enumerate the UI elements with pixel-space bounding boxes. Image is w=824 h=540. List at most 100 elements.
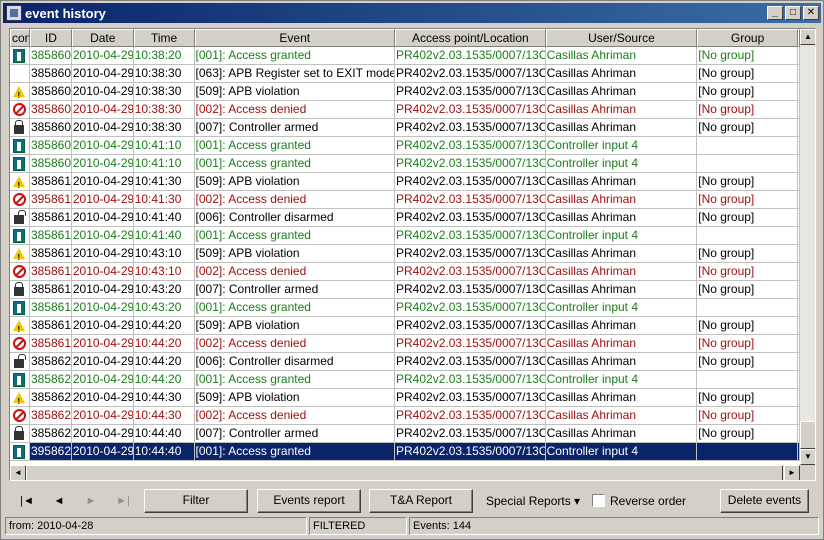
warning-icon [13, 176, 26, 190]
title-bar[interactable]: event history _ □ ✕ [3, 3, 821, 23]
event-description-cell: [002]: Access denied [194, 263, 396, 281]
group-cell: [No group] [697, 101, 798, 119]
lock-icon [14, 120, 25, 134]
table-row[interactable]: 38586222010-04-2910:44:30[509]: APB viol… [10, 389, 800, 407]
column-header-icon[interactable]: Icon [10, 29, 30, 47]
table-row[interactable]: 38586202010-04-2910:44:20[006]: Controll… [10, 353, 800, 371]
column-header-user-source[interactable]: User/Source [545, 29, 698, 47]
column-header-event[interactable]: Event [194, 29, 396, 47]
column-header-date[interactable]: Date [71, 29, 134, 47]
event-id-cell: 3858615 [29, 263, 72, 281]
table-row[interactable]: 38586152010-04-2910:43:10[002]: Access d… [10, 263, 800, 281]
scroll-left-button[interactable]: ◄ [10, 465, 26, 480]
event-time-cell: 10:41:40 [133, 209, 195, 227]
ta-report-button[interactable]: T&A Report [369, 489, 473, 513]
table-row[interactable]: 38586182010-04-2910:44:20[509]: APB viol… [10, 317, 800, 335]
event-icon-cell [10, 389, 30, 407]
events-report-button[interactable]: Events report [257, 489, 361, 513]
last-record-button[interactable]: ►| [109, 491, 137, 511]
table-row[interactable]: 38586132010-04-2910:41:40[001]: Access g… [10, 227, 800, 245]
table-row[interactable]: 38586212010-04-2910:44:20[001]: Access g… [10, 371, 800, 389]
scroll-down-button[interactable]: ▼ [800, 449, 815, 465]
event-date-cell: 2010-04-29 [71, 47, 134, 65]
table-row[interactable]: 39586112010-04-2910:41:30[002]: Access d… [10, 191, 800, 209]
scroll-right-button[interactable]: ► [784, 465, 800, 480]
event-date-cell: 2010-04-29 [71, 443, 134, 461]
event-description-cell: [002]: Access denied [194, 335, 396, 353]
event-time-cell: 10:43:20 [133, 281, 195, 299]
maximize-button[interactable]: □ [785, 6, 801, 20]
first-record-button[interactable]: |◄ [13, 491, 41, 511]
special-reports-dropdown[interactable]: Special Reports ▾ [486, 489, 580, 513]
table-row[interactable]: 38586062010-04-2910:38:30[002]: Access d… [10, 101, 800, 119]
access-point-cell: PR402v2.03.1535/0007/13C7 [395, 407, 546, 425]
table-row[interactable]: 38586052010-04-2910:38:30[509]: APB viol… [10, 83, 800, 101]
reverse-order-label[interactable]: Reverse order [610, 489, 686, 513]
group-cell: [No group] [697, 425, 798, 443]
filter-button[interactable]: Filter [144, 489, 248, 513]
next-record-button[interactable]: ► [77, 491, 105, 511]
column-header-access-point[interactable]: Access point/Location [395, 29, 546, 47]
door-icon [13, 444, 26, 459]
table-row[interactable]: 38586072010-04-2910:38:30[007]: Controll… [10, 119, 800, 137]
table-row[interactable]: 38586042010-04-2910:38:30[063]: APB Regi… [10, 65, 800, 83]
group-cell: [No group] [697, 191, 798, 209]
access-point-cell: PR402v2.03.1535/0007/13C7 [395, 443, 546, 461]
table-row[interactable]: 38586092010-04-2910:41:10[001]: Access g… [10, 155, 800, 173]
event-id-cell: 3858624 [29, 425, 72, 443]
group-cell: [No group] [697, 335, 798, 353]
user-source-cell: Casillas Ahriman [545, 101, 698, 119]
delete-events-button[interactable]: Delete events [720, 489, 809, 513]
user-source-cell: Casillas Ahriman [545, 389, 698, 407]
access-point-cell: PR402v2.03.1535/0007/13C7 [395, 335, 546, 353]
event-description-cell: [509]: APB violation [194, 245, 396, 263]
column-header-id[interactable]: ID [29, 29, 72, 47]
user-source-cell: Casillas Ahriman [545, 335, 698, 353]
group-cell: [No group] [697, 389, 798, 407]
table-row[interactable]: 38586242010-04-2910:44:40[007]: Controll… [10, 425, 800, 443]
previous-record-button[interactable]: ◄ [45, 491, 73, 511]
table-row[interactable]: 38586032010-04-2910:38:20[001]: Access g… [10, 47, 800, 65]
column-header-group[interactable]: Group [697, 29, 798, 47]
horizontal-scrollbar[interactable]: ◄ ► [10, 465, 800, 480]
event-grid[interactable]: Icon ID Date Time Event Access point/Loc… [9, 28, 816, 481]
warning-icon [13, 320, 26, 334]
warning-icon [13, 392, 26, 406]
door-icon [13, 372, 26, 387]
column-header-time[interactable]: Time [133, 29, 195, 47]
vertical-scrollbar[interactable]: ▲ ▼ [800, 29, 815, 465]
event-time-cell: 10:44:40 [133, 443, 195, 461]
access-point-cell: PR402v2.03.1535/0007/13C7 [395, 245, 546, 263]
grid-rows: 38586032010-04-2910:38:20[001]: Access g… [10, 47, 800, 461]
horizontal-scroll-thumb[interactable] [26, 465, 783, 480]
event-description-cell: [006]: Controller disarmed [194, 353, 396, 371]
table-row[interactable]: 38586192010-04-2910:44:20[002]: Access d… [10, 335, 800, 353]
table-row[interactable]: 38586172010-04-2910:43:20[001]: Access g… [10, 299, 800, 317]
event-id-cell: 3958625 [29, 443, 72, 461]
table-row[interactable]: 38586142010-04-2910:43:10[509]: APB viol… [10, 245, 800, 263]
event-id-cell: 3858604 [29, 65, 72, 83]
user-source-cell: Casillas Ahriman [545, 47, 698, 65]
group-cell: [No group] [697, 407, 798, 425]
event-time-cell: 10:38:30 [133, 65, 195, 83]
user-source-cell: Casillas Ahriman [545, 425, 698, 443]
user-source-cell: Controller input 4 [545, 137, 698, 155]
denied-icon [12, 409, 26, 422]
scroll-up-button[interactable]: ▲ [800, 29, 815, 45]
group-cell: [No group] [697, 263, 798, 281]
minimize-button[interactable]: _ [767, 6, 783, 20]
event-description-cell: [509]: APB violation [194, 317, 396, 335]
event-icon-cell [10, 425, 30, 443]
user-source-cell: Controller input 4 [545, 443, 698, 461]
vertical-scroll-thumb[interactable] [800, 421, 815, 449]
table-row[interactable]: 38586122010-04-2910:41:40[006]: Controll… [10, 209, 800, 227]
event-description-cell: [001]: Access granted [194, 155, 396, 173]
close-button[interactable]: ✕ [803, 6, 819, 20]
table-row[interactable]: 38586102010-04-2910:41:30[509]: APB viol… [10, 173, 800, 191]
user-source-cell: Controller input 4 [545, 155, 698, 173]
reverse-order-checkbox[interactable] [592, 494, 605, 507]
table-row[interactable]: 38586082010-04-2910:41:10[001]: Access g… [10, 137, 800, 155]
table-row[interactable]: 38586232010-04-2910:44:30[002]: Access d… [10, 407, 800, 425]
table-row-selected[interactable]: 39586252010-04-2910:44:40[001]: Access g… [10, 443, 800, 461]
table-row[interactable]: 38586162010-04-2910:43:20[007]: Controll… [10, 281, 800, 299]
